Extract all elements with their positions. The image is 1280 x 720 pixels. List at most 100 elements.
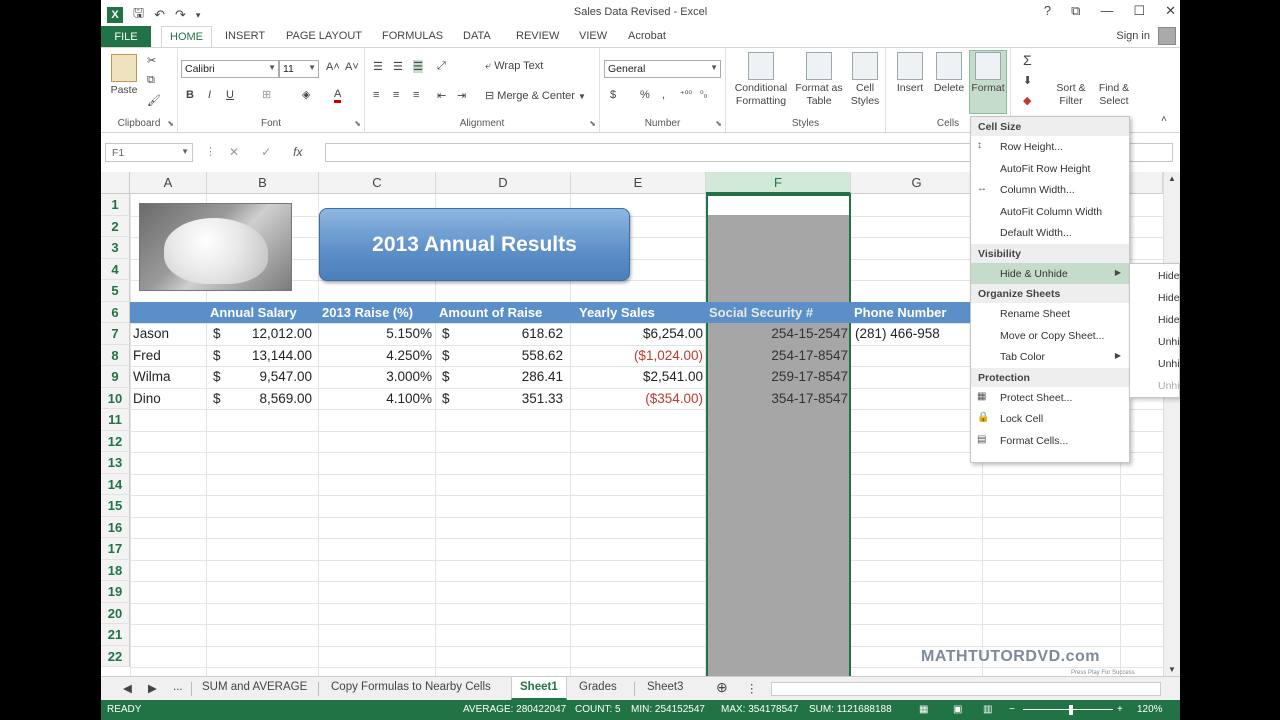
column-header-g[interactable]: G bbox=[851, 172, 983, 194]
zoom-level[interactable]: 120% bbox=[1137, 704, 1163, 715]
tab-view[interactable]: VIEW bbox=[579, 30, 607, 42]
column-header-d[interactable]: D bbox=[436, 172, 571, 194]
tab-home[interactable]: HOME bbox=[161, 26, 212, 48]
submenu-item[interactable]: Hide bbox=[1130, 264, 1180, 286]
annual-results-banner[interactable]: 2013 Annual Results bbox=[319, 208, 630, 281]
row-header-14[interactable]: 14 bbox=[101, 473, 130, 495]
cell-salary[interactable]: 9,547.00 bbox=[221, 366, 312, 387]
tab-formulas[interactable]: FORMULAS bbox=[382, 30, 443, 42]
avatar[interactable] bbox=[1158, 27, 1176, 45]
header-raise-pct[interactable]: 2013 Raise (%) bbox=[319, 302, 436, 323]
row-header-18[interactable]: 18 bbox=[101, 559, 130, 581]
shrink-font-icon[interactable]: A˅ bbox=[345, 61, 359, 73]
cell-name[interactable]: Fred bbox=[133, 345, 205, 366]
row-header-6[interactable]: 6 bbox=[101, 301, 130, 323]
cell-raise-amt[interactable]: 286.41 bbox=[451, 366, 563, 387]
next-sheet-icon[interactable]: ▶ bbox=[148, 681, 157, 695]
row-header-3[interactable]: 3 bbox=[101, 237, 130, 259]
menu-format-cells[interactable]: ▤ Format Cells... bbox=[971, 430, 1129, 452]
select-all-corner[interactable] bbox=[101, 172, 130, 194]
column-header-e[interactable]: E bbox=[571, 172, 706, 194]
cell-raise-amt[interactable]: 351.33 bbox=[451, 388, 563, 409]
format-as-table-button[interactable]: Format as Table bbox=[794, 52, 844, 108]
row-header-13[interactable]: 13 bbox=[101, 452, 130, 474]
cell-salary[interactable]: 13,144.00 bbox=[221, 345, 312, 366]
cell-ssn[interactable]: 354-17-8547 bbox=[706, 388, 848, 409]
row-header-20[interactable]: 20 bbox=[101, 602, 130, 624]
delete-cells-button[interactable]: Delete bbox=[931, 52, 967, 95]
cell-ssn[interactable]: 254-15-2547 bbox=[706, 323, 848, 344]
row-header-1[interactable]: 1 bbox=[101, 194, 130, 216]
menu-lock-cell[interactable]: 🔒 Lock Cell bbox=[971, 408, 1129, 430]
borders-icon[interactable]: ⊞ bbox=[262, 88, 271, 101]
font-size-combo[interactable]: 11 ▼ bbox=[279, 60, 319, 78]
font-color-icon[interactable]: A bbox=[334, 88, 342, 103]
cell-sales[interactable]: ($354.00) bbox=[571, 388, 703, 409]
normal-view-icon[interactable]: ▦ bbox=[919, 704, 928, 715]
wrap-text-button[interactable]: ⤶ Wrap Text bbox=[485, 60, 543, 73]
sheet-tab-sum-average[interactable]: SUM and AVERAGE bbox=[202, 681, 307, 693]
row-header-5[interactable]: 5 bbox=[101, 280, 130, 302]
submenu-item[interactable]: Unhi bbox=[1130, 374, 1180, 396]
help-icon[interactable]: ? bbox=[1044, 3, 1051, 19]
page-break-view-icon[interactable]: ▥ bbox=[983, 704, 992, 715]
row-header-22[interactable]: 22 bbox=[101, 645, 130, 667]
align-left-icon[interactable]: ≡ bbox=[373, 89, 379, 101]
photo-image[interactable] bbox=[139, 203, 292, 291]
row-header-4[interactable]: 4 bbox=[101, 258, 130, 280]
menu-protect-sheet[interactable]: ▦ Protect Sheet... bbox=[971, 387, 1129, 409]
zoom-in-icon[interactable]: + bbox=[1117, 704, 1123, 715]
header-yearly-sales[interactable]: Yearly Sales bbox=[576, 302, 706, 323]
header-annual-salary[interactable]: Annual Salary bbox=[207, 302, 319, 323]
tab-split-handle[interactable]: ⋮ bbox=[746, 681, 758, 695]
row-header-17[interactable]: 17 bbox=[101, 538, 130, 560]
number-launcher-icon[interactable]: ⬊ bbox=[715, 119, 722, 128]
menu-tab-color[interactable]: Tab Color ▶ bbox=[971, 346, 1129, 368]
bottom-align-icon[interactable]: ☰ bbox=[413, 60, 423, 73]
menu-move-copy[interactable]: Move or Copy Sheet... bbox=[971, 325, 1129, 347]
underline-button[interactable]: U bbox=[226, 89, 234, 101]
more-sheets-icon[interactable]: ... bbox=[173, 681, 183, 693]
cell-styles-button[interactable]: Cell Styles bbox=[846, 52, 884, 108]
cell-name[interactable]: Jason bbox=[133, 323, 205, 344]
row-header-12[interactable]: 12 bbox=[101, 430, 130, 452]
comma-button[interactable]: , bbox=[662, 89, 665, 101]
merge-center-button[interactable]: ⊟ Merge & Center ▼ bbox=[485, 89, 586, 102]
number-format-combo[interactable]: General ▼ bbox=[604, 60, 721, 78]
page-layout-view-icon[interactable]: ▣ bbox=[953, 704, 962, 715]
close-icon[interactable]: ✕ bbox=[1165, 3, 1176, 19]
sheet-tab-copy-formulas[interactable]: Copy Formulas to Nearby Cells bbox=[331, 681, 491, 693]
row-header-15[interactable]: 15 bbox=[101, 495, 130, 517]
formula-bar-menu-icon[interactable]: ⋮ bbox=[205, 145, 216, 158]
prev-sheet-icon[interactable]: ◀ bbox=[123, 681, 132, 695]
vertical-scrollbar[interactable]: ▲ ▼ bbox=[1163, 172, 1180, 676]
column-header-f[interactable]: F bbox=[706, 172, 851, 194]
zoom-out-icon[interactable]: − bbox=[1009, 704, 1015, 715]
decrease-decimal-icon[interactable]: ⁰₀ bbox=[700, 89, 707, 100]
align-right-icon[interactable]: ≡ bbox=[413, 89, 419, 101]
tab-file[interactable]: FILE bbox=[101, 26, 151, 48]
increase-decimal-icon[interactable]: ⁺⁰⁰ bbox=[680, 89, 692, 100]
cut-icon[interactable]: ✂ bbox=[147, 54, 156, 67]
sort-filter-button[interactable]: Sort & Filter bbox=[1051, 52, 1091, 108]
selected-active-cell[interactable] bbox=[706, 194, 851, 216]
scroll-up-icon[interactable]: ▲ bbox=[1168, 174, 1176, 183]
row-header-16[interactable]: 16 bbox=[101, 516, 130, 538]
cell-ssn[interactable]: 259-17-8547 bbox=[706, 366, 848, 387]
collapse-ribbon-icon[interactable]: ˄ bbox=[1161, 114, 1167, 125]
row-header-9[interactable]: 9 bbox=[101, 366, 130, 388]
conditional-formatting-button[interactable]: Conditional Formatting bbox=[730, 52, 792, 108]
zoom-slider[interactable] bbox=[1023, 709, 1113, 710]
name-box[interactable]: F1 ▼ bbox=[105, 143, 193, 162]
font-name-combo[interactable]: Calibri ▼ bbox=[181, 60, 279, 78]
font-launcher-icon[interactable]: ⬊ bbox=[354, 119, 361, 128]
sheet-tab-grades[interactable]: Grades bbox=[579, 681, 617, 693]
find-select-button[interactable]: Find & Select bbox=[1094, 52, 1134, 108]
submenu-item[interactable]: Unhi bbox=[1130, 330, 1180, 352]
clipboard-launcher-icon[interactable]: ⬊ bbox=[167, 119, 174, 128]
decrease-indent-icon[interactable]: ⇤ bbox=[437, 89, 446, 102]
cell-sales[interactable]: $2,541.00 bbox=[571, 366, 703, 387]
insert-cells-button[interactable]: Insert bbox=[892, 52, 928, 95]
row-header-8[interactable]: 8 bbox=[101, 344, 130, 366]
cell-raise-pct[interactable]: 3.000% bbox=[319, 366, 432, 387]
